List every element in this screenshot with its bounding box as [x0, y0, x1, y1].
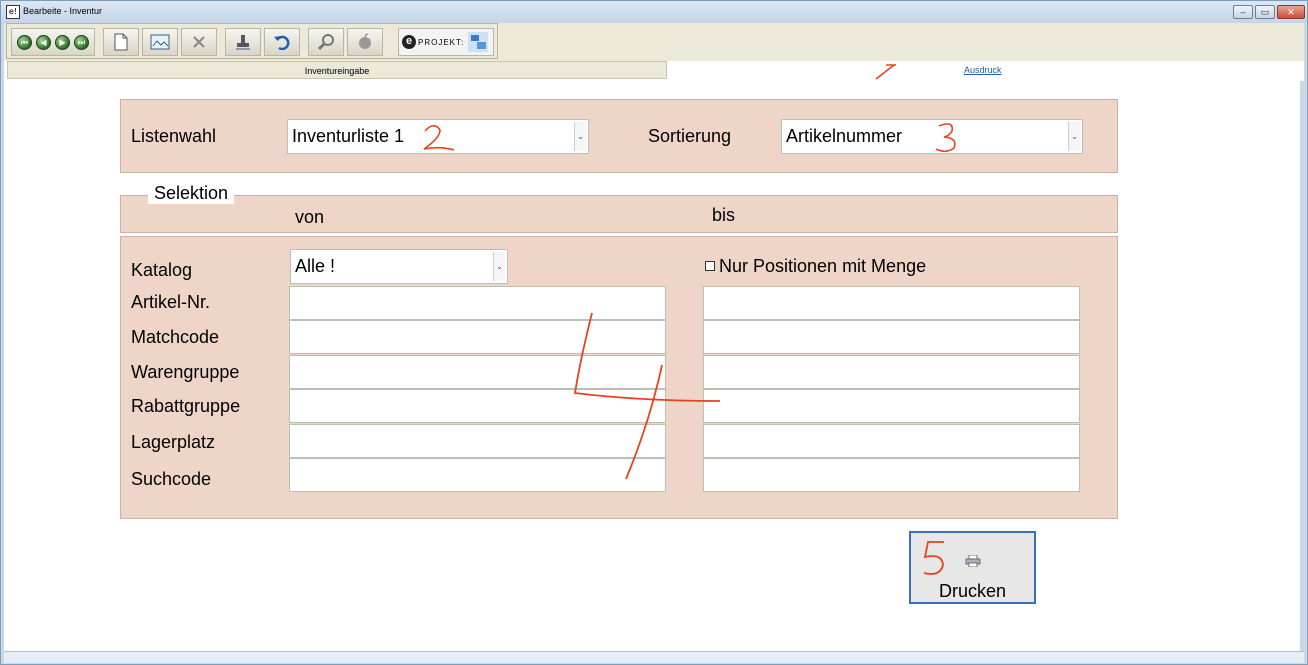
katalog-label: Katalog [131, 260, 193, 280]
matchcode-label: Matchcode [131, 327, 220, 347]
next-record-icon[interactable]: ▶ [55, 34, 70, 50]
warengruppe-label: Warengruppe [131, 362, 240, 382]
matchcode-von-input[interactable] [289, 320, 666, 354]
katalog-value: Alle ! [295, 256, 336, 276]
rabattgruppe-label: Rabattgruppe [131, 396, 241, 416]
chevron-down-icon[interactable]: ⌄ [1068, 122, 1080, 151]
lagerplatz-von-input[interactable] [289, 424, 666, 458]
navigation-buttons: ⏮ ◀ ▶ ⏭ [11, 28, 95, 56]
eprojekt-logo-icon [468, 32, 489, 52]
apple-button[interactable] [347, 28, 383, 56]
drucken-label: Drucken [938, 581, 1007, 601]
artikel-nr-bis-input[interactable] [703, 286, 1080, 320]
matchcode-bis-input[interactable] [703, 320, 1080, 354]
search-icon [317, 34, 334, 51]
lagerplatz-label: Lagerplatz [131, 432, 216, 452]
new-document-icon [114, 33, 128, 51]
window-title: Bearbeite - Inventur [23, 6, 103, 16]
image-icon [150, 34, 170, 50]
list-panel: Listenwahl Inventurliste 1 ⌄ Sortierung … [120, 99, 1118, 173]
katalog-select[interactable]: Alle ! ⌄ [290, 249, 508, 284]
von-label: von [295, 207, 325, 227]
annotation-1 [875, 64, 896, 80]
artikel-nr-label: Artikel-Nr. [131, 292, 211, 312]
warengruppe-bis-input[interactable] [703, 355, 1080, 389]
toolbar: ⏮ ◀ ▶ ⏭ e PROJEKT: [6, 23, 498, 59]
artikel-nr-von-input[interactable] [289, 286, 666, 320]
tab-ausdruck[interactable]: Ausdruck [964, 65, 1002, 75]
tab-bar: Inventureingabe Ausdruck [4, 61, 1304, 81]
lagerplatz-bis-input[interactable] [703, 424, 1080, 458]
minimize-button[interactable]: – [1233, 5, 1253, 19]
last-record-icon[interactable]: ⏭ [74, 34, 89, 50]
listenwahl-label: Listenwahl [131, 126, 217, 146]
previous-record-icon[interactable]: ◀ [36, 34, 51, 50]
listenwahl-value: Inventurliste 1 [292, 126, 405, 146]
apple-icon [359, 33, 371, 49]
eprojekt-button[interactable]: e PROJEKT: [398, 28, 494, 56]
sortierung-value: Artikelnummer [786, 126, 903, 146]
chevron-down-icon[interactable]: ⌄ [574, 122, 586, 151]
undo-icon [274, 35, 290, 50]
sortierung-select[interactable]: Artikelnummer ⌄ [781, 119, 1083, 154]
suchcode-von-input[interactable] [289, 458, 666, 492]
warengruppe-von-input[interactable] [289, 355, 666, 389]
selektion-legend: Selektion [148, 183, 235, 204]
title-bar: e! Bearbeite - Inventur – ▭ ✕ [1, 1, 1307, 23]
delete-button[interactable] [181, 28, 217, 56]
bis-label: bis [712, 205, 736, 225]
nur-positionen-checkbox[interactable] [705, 261, 715, 271]
sortierung-label: Sortierung [648, 126, 732, 146]
toolbar-area: ⏮ ◀ ▶ ⏭ e PROJEKT: [4, 23, 1304, 61]
undo-button[interactable] [264, 28, 300, 56]
selection-panel: Katalog Alle ! ⌄ Nur Positionen mit Meng… [120, 236, 1118, 519]
close-button[interactable]: ✕ [1277, 5, 1305, 19]
eprojekt-logo-letter: e [402, 35, 416, 49]
first-record-icon[interactable]: ⏮ [17, 34, 32, 50]
chevron-down-icon[interactable]: ⌄ [493, 252, 505, 281]
app-icon: e! [6, 5, 20, 19]
nur-positionen-label: Nur Positionen mit Menge [719, 256, 927, 276]
status-bar [4, 651, 1304, 663]
listenwahl-select[interactable]: Inventurliste 1 ⌄ [287, 119, 589, 154]
maximize-button[interactable]: ▭ [1255, 5, 1275, 19]
search-button[interactable] [308, 28, 344, 56]
selection-header-panel: von bis [120, 195, 1118, 233]
stamp-button[interactable] [225, 28, 261, 56]
eprojekt-logo-text: PROJEKT: [418, 37, 465, 47]
rabattgruppe-bis-input[interactable] [703, 389, 1080, 423]
main-window: e! Bearbeite - Inventur – ▭ ✕ ⏮ ◀ ▶ ⏭ e … [0, 0, 1308, 665]
drucken-button[interactable]: Drucken [909, 531, 1036, 604]
printer-icon [965, 555, 981, 567]
rabattgruppe-von-input[interactable] [289, 389, 666, 423]
new-document-button[interactable] [103, 28, 139, 56]
suchcode-bis-input[interactable] [703, 458, 1080, 492]
stamp-icon [236, 35, 250, 50]
delete-icon [193, 36, 205, 48]
suchcode-label: Suchcode [131, 469, 212, 489]
image-button[interactable] [142, 28, 178, 56]
content-area: Listenwahl Inventurliste 1 ⌄ Sortierung … [4, 81, 1300, 651]
tab-inventureingabe[interactable]: Inventureingabe [7, 61, 667, 79]
